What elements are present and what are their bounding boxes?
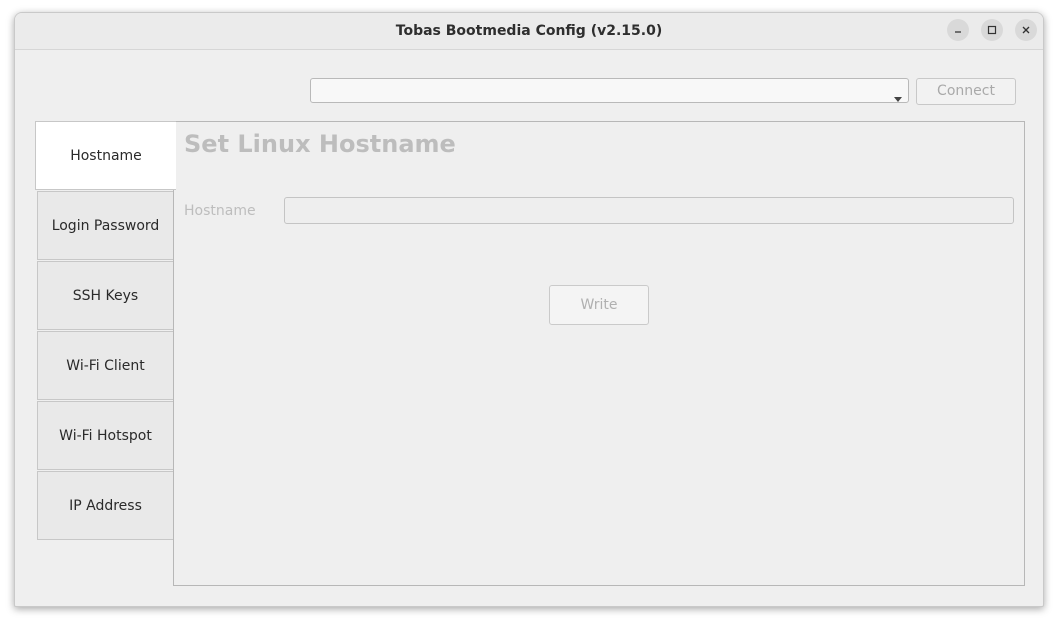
tab-login-password[interactable]: Login Password bbox=[37, 191, 174, 260]
close-button[interactable] bbox=[1015, 19, 1037, 41]
tab-hostname[interactable]: Hostname bbox=[35, 121, 176, 190]
hostname-panel: Set Linux Hostname Hostname Write bbox=[173, 121, 1025, 586]
connect-button[interactable]: Connect bbox=[916, 78, 1016, 105]
tab-ip-address[interactable]: IP Address bbox=[37, 471, 174, 540]
maximize-button[interactable] bbox=[981, 19, 1003, 41]
write-button[interactable]: Write bbox=[549, 285, 649, 325]
app-window: Tobas Bootmedia Config (v2.15.0) Connect… bbox=[14, 12, 1044, 607]
tab-label: Wi-Fi Hotspot bbox=[59, 427, 152, 444]
tab-wifi-client[interactable]: Wi-Fi Client bbox=[37, 331, 174, 400]
minimize-button[interactable] bbox=[947, 19, 969, 41]
minimize-icon bbox=[953, 25, 963, 35]
tab-label: Wi-Fi Client bbox=[66, 357, 145, 374]
tab-label: SSH Keys bbox=[72, 287, 139, 304]
chevron-down-icon bbox=[894, 88, 902, 107]
tab-wifi-hotspot[interactable]: Wi-Fi Hotspot bbox=[37, 401, 174, 470]
window-title: Tobas Bootmedia Config (v2.15.0) bbox=[395, 23, 663, 39]
title-bar[interactable]: Tobas Bootmedia Config (v2.15.0) bbox=[15, 13, 1043, 50]
hostname-input[interactable] bbox=[284, 197, 1014, 224]
tab-label: Login Password bbox=[51, 217, 160, 234]
port-select[interactable] bbox=[310, 78, 909, 103]
tab-label: IP Address bbox=[69, 497, 142, 514]
tab-ssh-keys[interactable]: SSH Keys bbox=[37, 261, 174, 330]
maximize-icon bbox=[987, 25, 997, 35]
hostname-label: Hostname bbox=[184, 203, 256, 219]
panel-title: Set Linux Hostname bbox=[184, 130, 456, 158]
tab-label: Hostname bbox=[70, 147, 142, 164]
close-icon bbox=[1021, 25, 1031, 35]
